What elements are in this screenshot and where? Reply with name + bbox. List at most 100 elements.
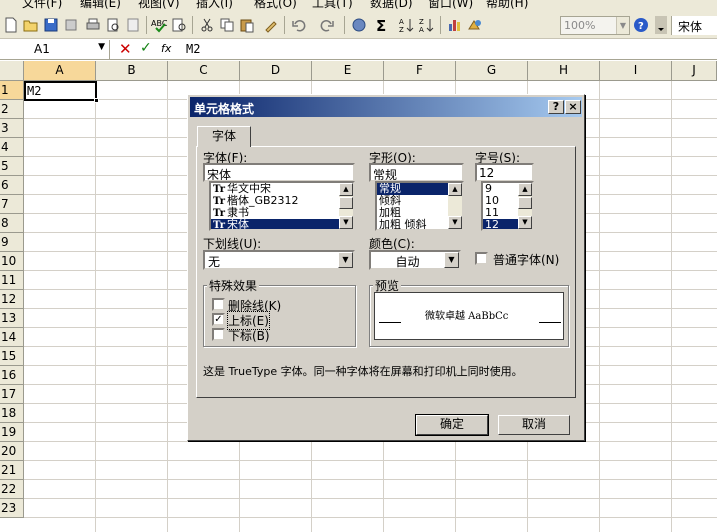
chevron-down-icon[interactable]: ▼ <box>98 42 105 52</box>
format-painter-icon[interactable] <box>262 16 280 34</box>
row-header[interactable]: 4 <box>0 138 24 157</box>
style-list-scrollbar[interactable]: ▲ ▼ <box>448 183 462 229</box>
menu-edit[interactable]: 编辑(E) <box>80 0 121 11</box>
column-header[interactable]: E <box>312 61 384 81</box>
menu-data[interactable]: 数据(D) <box>370 0 413 11</box>
menu-format[interactable]: 格式(O) <box>254 0 297 11</box>
normal-font-label[interactable]: 普通字体(N) <box>493 251 559 268</box>
row-header[interactable]: 15 <box>0 347 24 366</box>
research-icon[interactable] <box>170 16 188 34</box>
row-header[interactable]: 14 <box>0 328 24 347</box>
list-item-selected[interactable]: Tr 宋体 <box>211 219 353 229</box>
column-header[interactable]: D <box>240 61 312 81</box>
help-icon[interactable]: ? <box>632 16 650 34</box>
column-header[interactable]: I <box>600 61 672 81</box>
print-icon[interactable] <box>84 16 102 34</box>
print-preview-icon[interactable] <box>104 16 122 34</box>
select-all-corner[interactable] <box>0 61 24 81</box>
autosum-icon[interactable]: Σ <box>372 16 390 34</box>
dialog-title-bar[interactable]: 单元格格式 ? × <box>190 97 582 117</box>
row-header[interactable]: 19 <box>0 423 24 442</box>
copy-icon[interactable] <box>218 16 236 34</box>
chevron-down-icon[interactable]: ▼ <box>338 252 353 268</box>
menu-tools[interactable]: 工具(T) <box>312 0 353 11</box>
style-input[interactable]: 常规 <box>369 163 464 182</box>
menu-window[interactable]: 窗口(W) <box>428 0 473 11</box>
row-header[interactable]: 3 <box>0 119 24 138</box>
ok-button[interactable]: 确定 <box>415 414 489 436</box>
sort-ascending-icon[interactable]: AZ <box>398 16 416 34</box>
subscript-label[interactable]: 下标(B) <box>228 327 270 344</box>
open-icon[interactable] <box>22 16 40 34</box>
normal-font-checkbox[interactable] <box>475 252 488 265</box>
paste-icon[interactable] <box>238 16 256 34</box>
chart-icon[interactable] <box>446 16 464 34</box>
column-header[interactable]: C <box>168 61 240 81</box>
hyperlink-icon[interactable] <box>350 16 368 34</box>
cut-icon[interactable] <box>198 16 216 34</box>
redo-icon[interactable] <box>318 16 336 34</box>
row-header[interactable]: 9 <box>0 233 24 252</box>
scroll-up-icon[interactable]: ▲ <box>448 183 462 196</box>
scroll-down-icon[interactable]: ▼ <box>339 216 353 229</box>
insert-function-icon[interactable]: fx <box>161 42 171 55</box>
scroll-down-icon[interactable]: ▼ <box>518 216 532 229</box>
row-header[interactable]: 7 <box>0 195 24 214</box>
size-list-scrollbar[interactable]: ▲ ▼ <box>518 183 532 229</box>
color-select[interactable]: 自动 ▼ <box>369 250 461 270</box>
row-header[interactable]: 1 <box>0 81 24 100</box>
scroll-down-icon[interactable]: ▼ <box>448 216 462 229</box>
font-list-scrollbar[interactable]: ▲ ▼ <box>339 183 353 229</box>
row-header[interactable]: 2 <box>0 100 24 119</box>
row-header[interactable]: 12 <box>0 290 24 309</box>
size-list[interactable]: 9 10 11 12 ▲ ▼ <box>481 181 534 231</box>
new-icon[interactable] <box>2 16 20 34</box>
toolbar-options-icon[interactable] <box>652 16 667 34</box>
fill-handle[interactable] <box>94 98 99 103</box>
help-button[interactable]: ? <box>548 100 564 114</box>
row-header[interactable]: 13 <box>0 309 24 328</box>
close-button[interactable]: × <box>565 100 581 114</box>
row-header[interactable]: 21 <box>0 461 24 480</box>
row-header[interactable]: 20 <box>0 442 24 461</box>
column-header[interactable]: J <box>672 61 717 81</box>
menu-insert[interactable]: 插入(I) <box>196 0 233 11</box>
column-header[interactable]: F <box>384 61 456 81</box>
row-header[interactable]: 23 <box>0 499 24 518</box>
menu-file[interactable]: 文件(F) <box>22 0 62 11</box>
active-cell-a1[interactable]: M2 <box>24 81 99 103</box>
row-header[interactable]: 11 <box>0 271 24 290</box>
row-header[interactable]: 22 <box>0 480 24 499</box>
font-list[interactable]: Tr 华文中宋 Tr 楷体_GB2312 Tr 隶书 Tr 宋体 ▲ ▼ <box>209 181 355 231</box>
permission-icon[interactable] <box>62 16 80 34</box>
strikethrough-checkbox[interactable] <box>212 298 225 311</box>
sort-descending-icon[interactable]: ZA <box>418 16 436 34</box>
size-input[interactable]: 12 <box>475 163 534 182</box>
menu-view[interactable]: 视图(V) <box>138 0 180 11</box>
row-header[interactable]: 6 <box>0 176 24 195</box>
formula-input[interactable]: M2 <box>186 42 200 56</box>
cancel-button[interactable]: 取消 <box>498 415 570 435</box>
column-header[interactable]: G <box>456 61 528 81</box>
column-header[interactable]: H <box>528 61 600 81</box>
row-header[interactable]: 18 <box>0 404 24 423</box>
row-header[interactable]: 16 <box>0 366 24 385</box>
cancel-icon[interactable]: ✕ <box>119 40 132 58</box>
chevron-down-icon[interactable]: ▼ <box>444 252 459 268</box>
tab-font[interactable]: 字体 <box>197 126 251 147</box>
print-preview2-icon[interactable] <box>124 16 142 34</box>
scroll-up-icon[interactable]: ▲ <box>339 183 353 196</box>
spelling-icon[interactable]: ABC <box>150 16 168 34</box>
undo-icon[interactable] <box>290 16 308 34</box>
column-header[interactable]: A <box>24 61 96 81</box>
font-input[interactable]: 宋体 <box>203 163 355 182</box>
subscript-checkbox[interactable] <box>212 328 225 341</box>
menu-help[interactable]: 帮助(H) <box>486 0 528 11</box>
row-header[interactable]: 5 <box>0 157 24 176</box>
underline-select[interactable]: 无 ▼ <box>203 250 355 270</box>
row-header[interactable]: 10 <box>0 252 24 271</box>
scroll-thumb[interactable] <box>339 197 353 209</box>
style-list[interactable]: 常规 倾斜 加粗 加粗 倾斜 ▲ ▼ <box>375 181 464 231</box>
save-icon[interactable] <box>42 16 60 34</box>
scroll-up-icon[interactable]: ▲ <box>518 183 532 196</box>
